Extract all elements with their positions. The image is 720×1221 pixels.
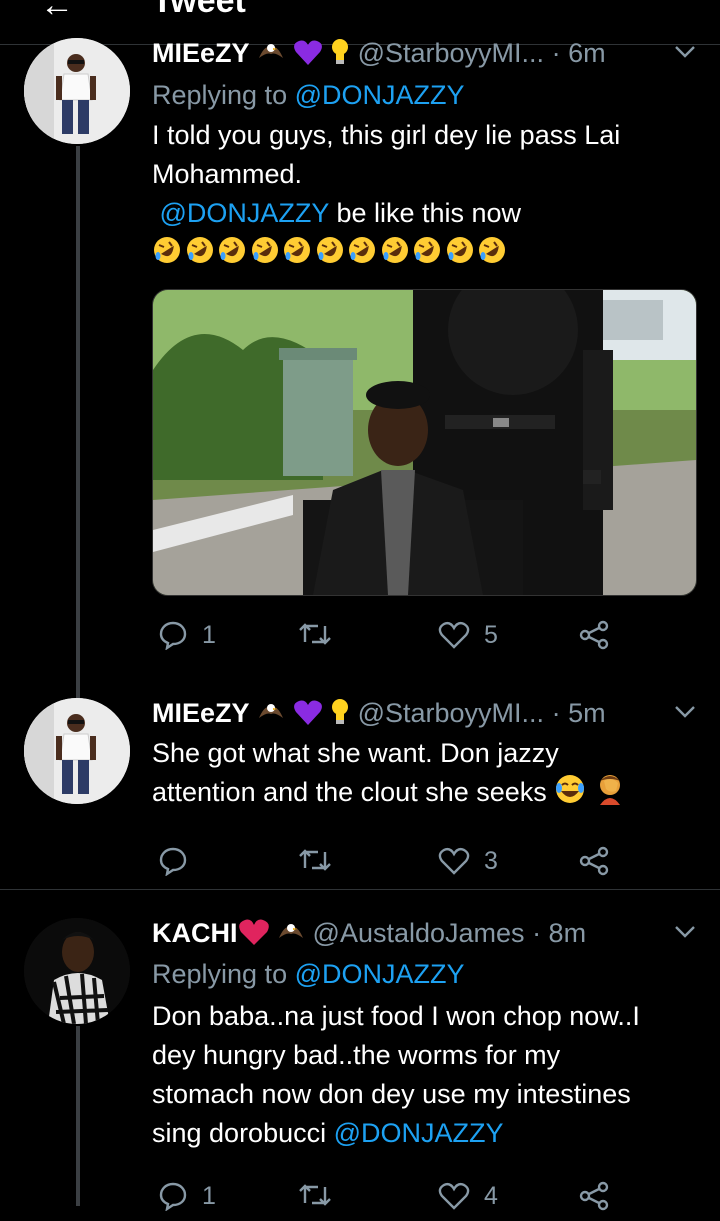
tweet-text-line: stomach now don dey use my intestines [152,1079,631,1109]
heart-icon [438,1182,470,1210]
tweet-header: KACHI @AustaldoJames · 8m [152,916,697,950]
retweet-icon [299,849,331,871]
avatar[interactable] [24,38,130,144]
retweet-button[interactable] [298,846,346,874]
tweet-text-fragment: attention and the clout she seeks [152,777,547,807]
share-button[interactable] [578,1181,610,1211]
replying-label: Replying to [152,959,288,989]
reply-count: 1 [202,620,216,649]
tweet-text-fragment: be like this now [328,198,522,228]
chevron-down-icon[interactable] [673,696,697,730]
heart-icon [438,621,470,649]
reply-icon [159,847,187,876]
like-button[interactable]: 5 [438,620,498,650]
like-count: 4 [484,1181,498,1210]
timestamp[interactable]: · 5m [552,698,606,728]
replying-label: Replying to [152,80,288,110]
handle[interactable]: @StarboyyMI... [358,38,544,68]
laughing-emoji-row [152,235,697,269]
tweet-text-fragment: sing dorobucci [152,1118,334,1148]
chevron-down-icon[interactable] [673,36,697,70]
share-icon [579,620,609,650]
page-title: Tweet [152,0,246,20]
red-heart-icon [238,918,270,954]
purple-heart-icon [293,699,323,734]
reply-button[interactable]: 1 [158,620,216,650]
rofl-emoji-icon [284,237,310,263]
eagle-icon [257,700,285,734]
tweet-text-line: Mohammed. [152,159,303,189]
display-name[interactable]: KACHI [152,918,238,948]
replying-mention[interactable]: @DONJAZZY [295,80,465,110]
reply-icon [159,621,187,650]
like-count: 5 [484,620,498,649]
rofl-emoji-icon [381,237,408,263]
thread-line [76,146,80,701]
tweet-text: Don baba..na just food I won chop now..I… [152,997,697,1153]
like-count: 3 [484,846,498,875]
tweet-divider [0,889,720,890]
avatar[interactable] [24,698,130,804]
rofl-emoji-icon [414,237,440,263]
timestamp[interactable]: · 8m [532,918,586,948]
tweet-text-line: @DONJAZZY be like this now [152,194,697,233]
tweet-text: I told you guys, this girl dey lie pass … [152,116,697,233]
thread-line [76,1026,80,1206]
eagle-icon [277,920,305,954]
replying-to: Replying to @DONJAZZY [152,956,697,992]
mention-link[interactable]: @DONJAZZY [334,1118,504,1148]
handle[interactable]: @AustaldoJames [313,918,525,948]
reply-button[interactable] [158,846,202,876]
timestamp[interactable]: · 6m [552,38,606,68]
facepalm-emoji-icon [594,773,626,816]
display-name[interactable]: MIEeZY [152,698,250,728]
light-bulb-icon [330,698,350,734]
replying-mention[interactable]: @DONJAZZY [295,959,465,989]
handle[interactable]: @StarboyyMI... [358,698,544,728]
back-arrow-icon[interactable]: ← [40,0,74,25]
like-button[interactable]: 3 [438,846,498,876]
rofl-emoji-icon [349,237,375,263]
heart-icon [438,847,470,875]
tweet-text-line: dey hungry bad..the worms for my [152,1040,561,1070]
rofl-emoji-icon [316,237,343,263]
replying-to: Replying to @DONJAZZY [152,77,697,113]
tweet-text: She got what she want. Don jazzy attenti… [152,734,697,816]
tweet-actions: 1 5 [152,620,697,660]
eagle-icon [257,40,285,74]
display-name[interactable]: MIEeZY [152,38,250,68]
rofl-emoji-icon [446,237,473,263]
tweet-text-line: She got what she want. Don jazzy [152,738,559,768]
rofl-emoji-icon [251,237,278,263]
rofl-emoji-icon [219,237,245,263]
share-icon [579,846,609,876]
reply-icon [159,1182,187,1211]
share-button[interactable] [578,620,610,650]
tweet-text-line: attention and the clout she seeks [152,773,697,816]
retweet-icon [299,623,331,645]
light-bulb-icon [330,38,350,74]
tweet-actions: 1 4 [152,1181,697,1221]
like-button[interactable]: 4 [438,1181,498,1211]
share-icon [579,1181,609,1211]
chevron-down-icon[interactable] [673,916,697,950]
tweet-photo[interactable] [152,289,697,596]
reply-count: 1 [202,1181,216,1210]
rofl-emoji-icon [186,237,213,263]
share-button[interactable] [578,846,610,876]
tweet-header: MIEeZY @StarboyyMI... · 6m [152,36,697,70]
rofl-emoji-icon [154,237,180,263]
tweet-actions: 3 [152,846,697,886]
tears-of-joy-emoji-icon [554,773,586,816]
tweet-header: MIEeZY @StarboyyMI... · 5m [152,696,697,730]
reply-button[interactable]: 1 [158,1181,216,1211]
mention-link[interactable]: @DONJAZZY [160,198,329,228]
tweet-text-line: sing dorobucci @DONJAZZY [152,1114,697,1153]
tweet-text-line: Don baba..na just food I won chop now..I [152,1001,640,1031]
retweet-button[interactable] [298,620,346,648]
rofl-emoji-icon [479,237,505,263]
purple-heart-icon [293,39,323,74]
tweet-text-line: I told you guys, this girl dey lie pass … [152,120,621,150]
avatar[interactable] [24,918,130,1024]
